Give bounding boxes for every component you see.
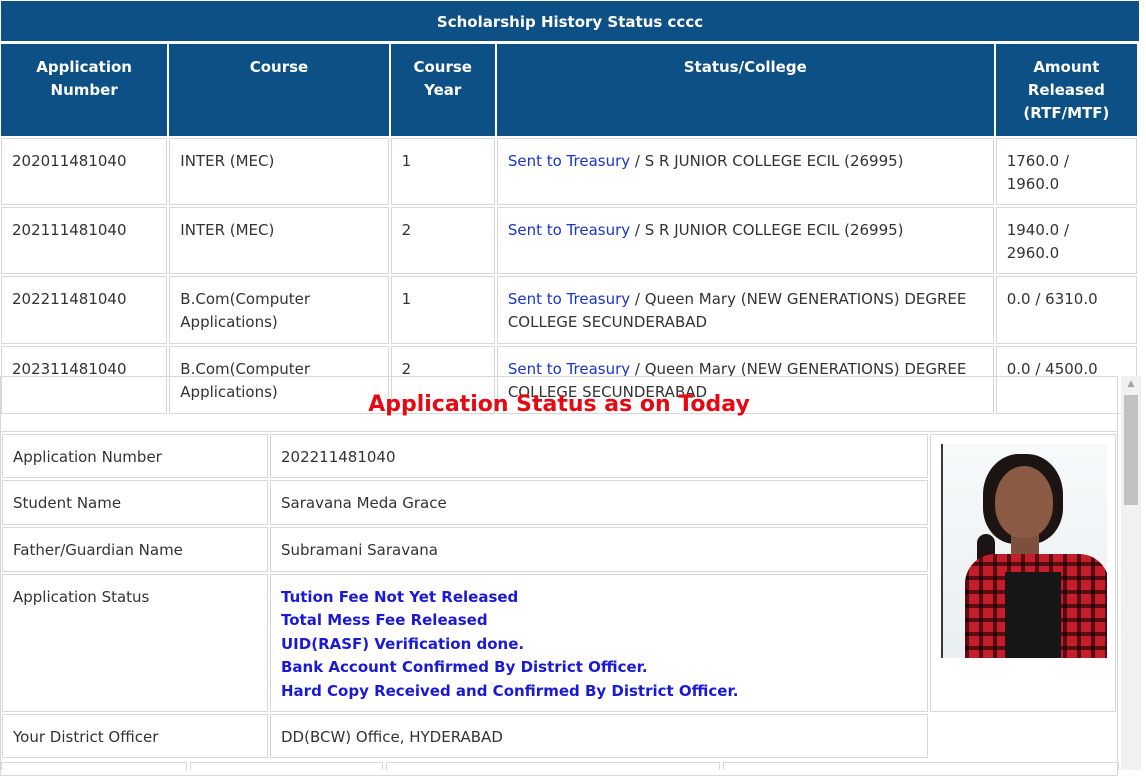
college-name: / S R JUNIOR COLLEGE ECIL (26995) [630, 152, 904, 170]
value-father-guardian-name: Subramani Saravana [270, 527, 928, 572]
empty-cell [930, 714, 1116, 758]
cell-course: INTER (MEC) [169, 207, 389, 274]
history-title: Scholarship History Status cccc [0, 0, 1140, 42]
status-line: Hard Copy Received and Confirmed By Dist… [281, 681, 739, 700]
value-district-officer: DD(BCW) Office, HYDERABAD [270, 714, 928, 759]
sent-to-treasury-link[interactable]: Sent to Treasury [508, 152, 630, 170]
cell-course-year: 1 [390, 276, 495, 344]
cell-course: INTER (MEC) [169, 138, 389, 205]
header-amount-released: Amount Released (RTF/MTF) [995, 44, 1137, 136]
value-student-name: Saravana Meda Grace [270, 480, 928, 525]
cell-application-number: 202011481040 [1, 138, 168, 205]
table-row: 202011481040 INTER (MEC) 1 Sent to Treas… [1, 138, 1137, 205]
status-line: Tution Fee Not Yet Released [281, 588, 519, 606]
scrollbar-thumb[interactable] [1124, 395, 1138, 505]
application-status-table: Application Number 202211481040 Student … [0, 432, 1118, 760]
application-status-panel: Application Status as on Today Applicati… [0, 376, 1118, 776]
student-photo [941, 444, 1107, 658]
label-district-officer: Your District Officer [2, 714, 268, 759]
cell-amount-released: 1760.0 / 1960.0 [995, 138, 1137, 205]
label-student-name: Student Name [2, 480, 268, 525]
status-line: Total Mess Fee Released [281, 611, 488, 630]
cell-application-number: 202111481040 [1, 207, 168, 274]
cell-application-number: 202211481040 [1, 276, 168, 344]
cell-status-college: Sent to Treasury / Queen Mary (NEW GENER… [496, 276, 994, 344]
status-line: UID(RASF) Verification done. [281, 634, 525, 653]
header-status-college: Status/College [496, 44, 994, 136]
sent-to-treasury-link[interactable]: Sent to Treasury [508, 290, 630, 308]
label-father-guardian-name: Father/Guardian Name [2, 527, 268, 572]
label-application-status: Application Status [2, 574, 268, 713]
header-application-number: Application Number [1, 44, 168, 136]
vertical-scrollbar[interactable]: ▲ [1121, 376, 1141, 770]
label-application-number: Application Number [2, 434, 268, 478]
sent-to-treasury-link[interactable]: Sent to Treasury [508, 221, 630, 239]
cell-course-year: 2 [390, 207, 495, 274]
history-table: Application Number Course Course Year St… [0, 42, 1139, 416]
value-application-number: 202211481040 [270, 434, 928, 478]
status-line: Bank Account Confirmed By District Offic… [281, 658, 648, 677]
scroll-up-arrow-icon[interactable]: ▲ [1121, 376, 1141, 392]
value-application-status: Tution Fee Not Yet Released Total Mess F… [270, 574, 928, 713]
cell-amount-released: 0.0 / 6310.0 [995, 276, 1137, 344]
application-status-lines: Tution Fee Not Yet Released Total Mess F… [281, 586, 917, 703]
student-photo-cell [930, 434, 1116, 713]
cell-course: B.Com(Computer Applications) [169, 276, 389, 344]
header-course: Course [169, 44, 389, 136]
cell-amount-released: 1940.0 / 2960.0 [995, 207, 1137, 274]
scholarship-history-section: Scholarship History Status cccc Applicat… [0, 0, 1140, 416]
cell-status-college: Sent to Treasury / S R JUNIOR COLLEGE EC… [496, 138, 994, 205]
header-course-year: Course Year [390, 44, 495, 136]
table-row: 202111481040 INTER (MEC) 2 Sent to Treas… [1, 207, 1137, 274]
cell-course-year: 1 [390, 138, 495, 205]
cell-status-college: Sent to Treasury / S R JUNIOR COLLEGE EC… [496, 207, 994, 274]
college-name: / S R JUNIOR COLLEGE ECIL (26995) [630, 221, 904, 239]
application-status-title: Application Status as on Today [1, 377, 1117, 432]
table-row: 202211481040 B.Com(Computer Applications… [1, 276, 1137, 344]
next-table-row-partial [1, 762, 1119, 770]
